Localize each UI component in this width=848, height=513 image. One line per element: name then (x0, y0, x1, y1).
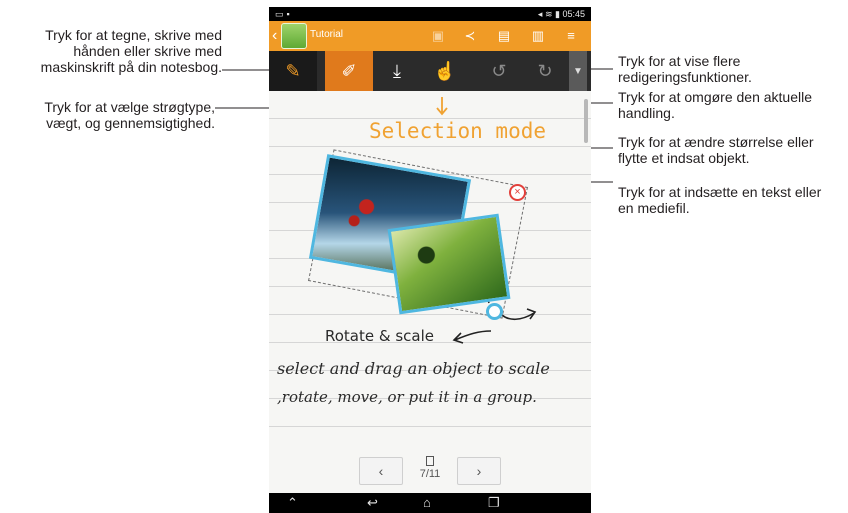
selection-icon: ☝ (433, 60, 457, 81)
home-icon[interactable]: ⌂ (423, 494, 431, 512)
add-page-icon[interactable]: ▤ (495, 27, 513, 45)
share-icon[interactable]: ≺ (461, 27, 479, 45)
pen-tool-button[interactable]: ✐ (325, 51, 373, 91)
callout-more-tools: Tryk for at vise flere redigeringsfunkti… (618, 53, 752, 85)
battery-icon: ▮ (555, 9, 560, 19)
page-counter: 7/11 (412, 456, 448, 480)
selection-button[interactable]: ☝ (421, 51, 469, 91)
recent-apps-up-icon[interactable]: ⌃ (287, 494, 298, 512)
action-bar: ‹ Tutorial ▣ ≺ ▤ ▥ ≡ (269, 21, 591, 51)
page-navigator: ‹ 7/11 › (269, 449, 591, 493)
tablet-screen: ▭▪ ◂ ≋ ▮ 05:45 ‹ Tutorial ▣ ≺ ▤ ▥ ≡ ✎ ✐ … (269, 7, 591, 513)
status-bar: ▭▪ ◂ ≋ ▮ 05:45 (269, 7, 591, 21)
app-icon[interactable] (281, 23, 307, 49)
save-icon[interactable]: ▣ (429, 27, 447, 45)
inserted-photo-grass[interactable] (387, 213, 511, 315)
rotate-scale-handle[interactable] (486, 303, 503, 320)
delete-page-icon[interactable]: ▥ (529, 27, 547, 45)
selection-mode-heading: Selection mode (369, 119, 547, 143)
callout-stroke-type: Tryk for at vælge strøgtype, vægt, og ge… (44, 99, 215, 131)
handwriting-line-2: ,rotate, move, or put it in a group. (277, 388, 537, 406)
notebook-title: Tutorial (310, 29, 343, 40)
more-tools-button[interactable]: ▼ (569, 51, 587, 91)
note-canvas[interactable]: Selection mode × Rotate & scale select a… (269, 91, 591, 449)
chevron-down-icon: ▼ (573, 65, 583, 77)
rotate-scale-label: Rotate & scale (325, 327, 434, 345)
undo-icon: ↺ (491, 60, 507, 81)
previous-page-button[interactable]: ‹ (359, 457, 403, 485)
insert-icon: ⤓ (393, 60, 401, 81)
callout-write-mode: Tryk for at tegne, skrive med hånden ell… (40, 27, 222, 75)
callout-insert: Tryk for at indsætte en tekst eller en m… (618, 184, 822, 216)
callout-undo: Tryk for at omgøre den aktuelle handling… (618, 89, 813, 121)
pen-icon: ✐ (341, 60, 357, 81)
back-icon[interactable]: ↩ (367, 494, 378, 512)
edit-toolbar: ✎ ✐ ⤓ ☝ ↺ ↻ ▼ (269, 51, 591, 91)
menu-icon[interactable]: ≡ (562, 27, 580, 45)
notification-icon: ▭▪ (275, 9, 293, 19)
callout-selection: Tryk for at ændre størrelse eller flytte… (618, 134, 814, 166)
handwriting-line-1: select and drag an object to scale (277, 359, 550, 378)
page-count-text: 7/11 (419, 468, 441, 480)
next-page-button[interactable]: › (457, 457, 501, 485)
wifi-icon: ≋ (544, 9, 553, 19)
insert-button[interactable]: ⤓ (373, 51, 421, 91)
back-chevron-icon[interactable]: ‹ (272, 26, 277, 46)
write-mode-button[interactable]: ✎ (269, 51, 317, 91)
redo-icon: ↻ (537, 60, 553, 81)
recent-apps-icon[interactable]: ❐ (488, 494, 500, 512)
page-icon (426, 456, 434, 466)
delete-object-icon[interactable]: × (509, 184, 526, 201)
silent-icon: ◂ (537, 9, 543, 19)
status-right: ◂ ≋ ▮ 05:45 (538, 7, 585, 21)
redo-button[interactable]: ↻ (521, 51, 569, 91)
system-nav-bar: ⌃ ↩ ⌂ ❐ (269, 493, 591, 513)
clock: 05:45 (562, 9, 585, 19)
undo-button[interactable]: ↺ (475, 51, 523, 91)
write-mode-icon: ✎ (285, 60, 301, 81)
